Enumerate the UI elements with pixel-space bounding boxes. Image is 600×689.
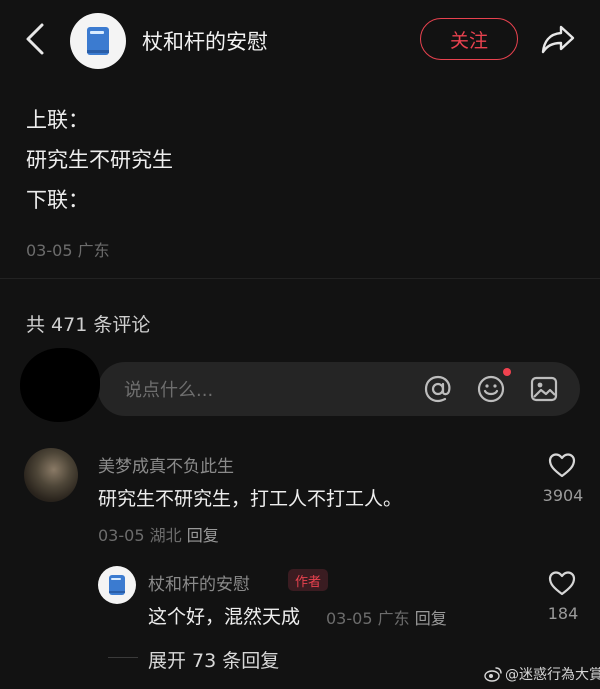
comment-count: 共 471 条评论	[26, 314, 151, 336]
post-line-1: 上联：	[26, 108, 89, 132]
book-icon	[87, 27, 109, 55]
comment-text: 研究生不研究生，打工人不打工人。	[98, 488, 403, 510]
comment-reply-button[interactable]: 回复	[187, 526, 219, 545]
reply-date: 03-05	[326, 609, 373, 628]
reply-author-name[interactable]: 杖和杆的安慰	[148, 570, 250, 595]
post-line-2: 研究生不研究生	[26, 148, 173, 172]
reply-location: 广东	[377, 609, 410, 628]
reply-like-count: 184	[547, 604, 579, 623]
user-avatar[interactable]	[20, 348, 100, 422]
reply-author-avatar[interactable]	[98, 566, 136, 604]
commenter-avatar[interactable]	[24, 448, 78, 502]
commenter-name[interactable]: 美梦成真不负此生	[98, 452, 234, 477]
image-icon[interactable]	[528, 373, 560, 405]
comment-date: 03-05	[98, 526, 145, 545]
comment-like-count: 3904	[542, 486, 584, 505]
share-icon[interactable]	[540, 24, 576, 54]
post-meta: 03-05 广东	[26, 237, 110, 261]
emoji-icon[interactable]	[475, 373, 507, 405]
expand-divider	[108, 657, 138, 658]
author-badge: 作者	[288, 569, 329, 591]
heart-icon[interactable]	[548, 452, 576, 478]
comment-meta: 03-05 湖北 回复	[98, 522, 219, 546]
reply-text: 这个好，混然天成	[148, 606, 301, 628]
comment-location: 湖北	[149, 526, 182, 545]
heart-icon[interactable]	[548, 570, 576, 596]
watermark-text: @迷惑行為大賞	[505, 667, 600, 683]
comment-input-placeholder: 说点什么...	[124, 380, 214, 401]
post-line-3: 下联：	[26, 188, 89, 212]
notification-dot	[503, 368, 511, 376]
watermark: @迷惑行為大賞	[484, 664, 600, 684]
follow-button[interactable]: 关注	[420, 18, 518, 60]
reply-reply-button[interactable]: 回复	[415, 609, 447, 628]
weibo-icon	[484, 667, 502, 682]
divider	[0, 278, 600, 279]
post-location: 广东	[77, 241, 110, 260]
expand-replies-button[interactable]: 展开 73 条回复	[148, 646, 279, 673]
author-name[interactable]: 杖和杆的安慰	[142, 26, 268, 56]
author-avatar[interactable]	[70, 13, 126, 69]
book-icon	[109, 575, 125, 595]
at-icon[interactable]	[422, 373, 454, 405]
post-date: 03-05	[26, 241, 73, 260]
reply-meta: 03-05 广东 回复	[326, 605, 447, 629]
back-icon[interactable]	[22, 22, 50, 56]
